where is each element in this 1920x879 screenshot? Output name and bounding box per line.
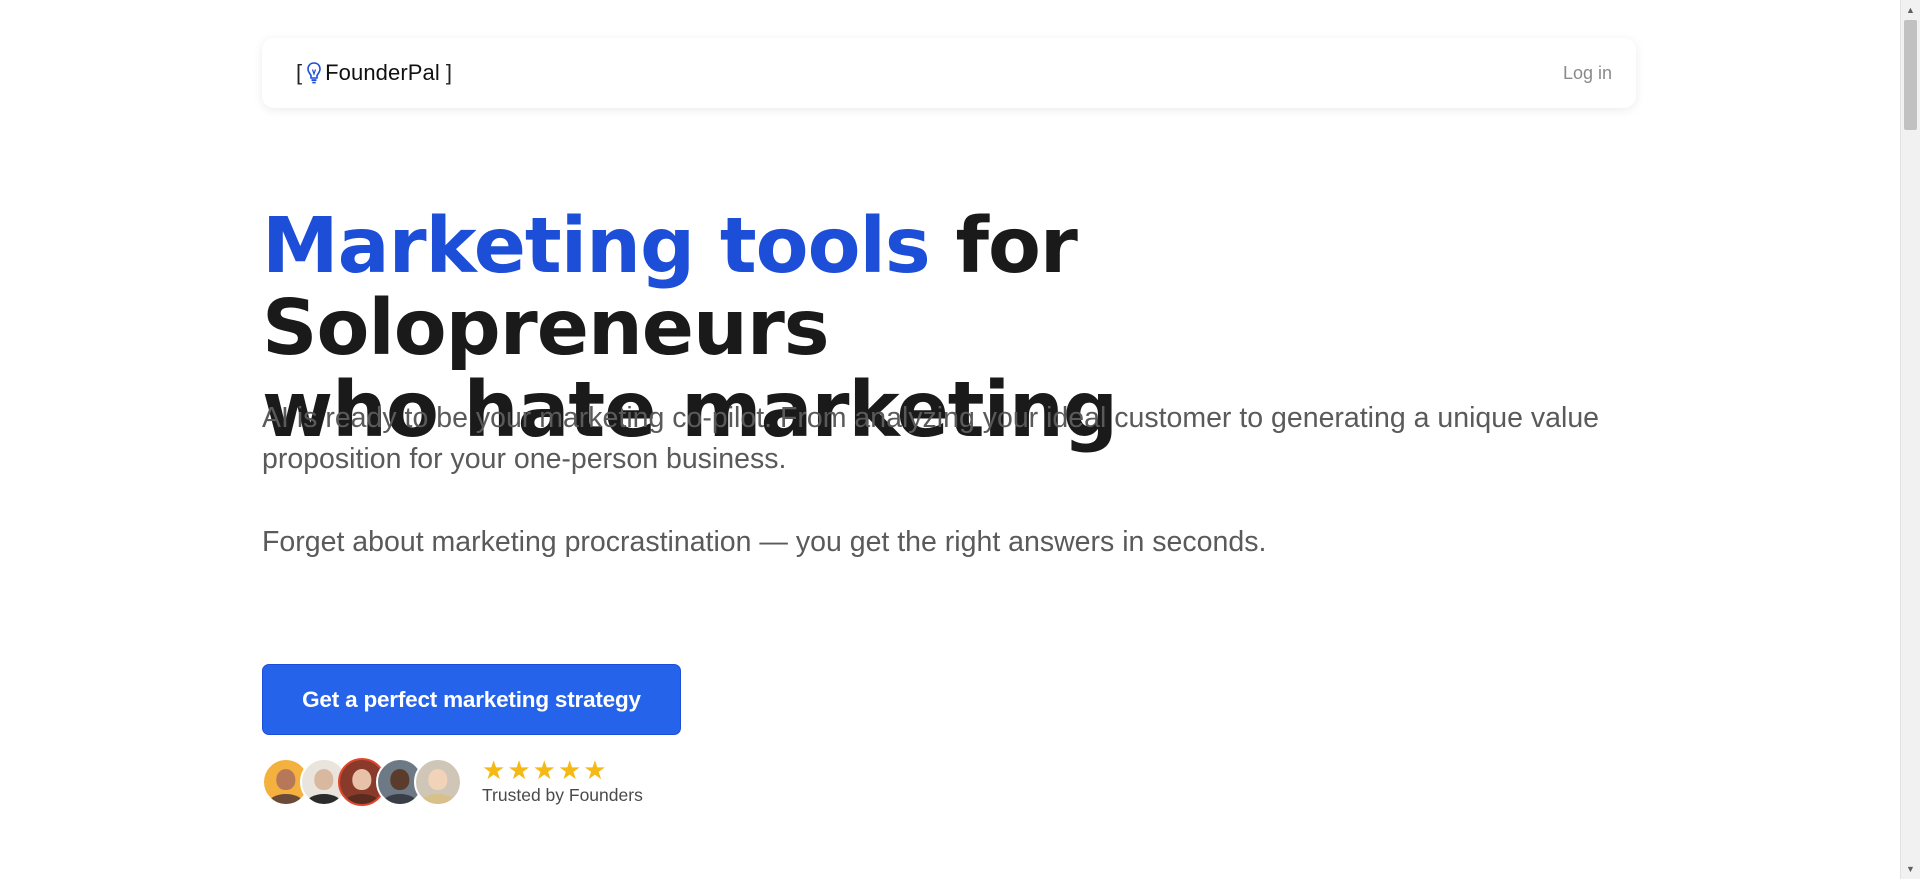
hero-subtitle: AI is ready to be your marketing co-pilo… bbox=[262, 402, 1600, 475]
social-proof: ★ ★ ★ ★ ★ Trusted by Founders bbox=[262, 757, 643, 806]
lightbulb-icon bbox=[306, 61, 322, 85]
scroll-up-arrow-icon[interactable]: ▲ bbox=[1901, 2, 1920, 18]
star-icon: ★ bbox=[583, 755, 607, 785]
founderpal-logo[interactable]: [ FounderPal ] bbox=[296, 60, 452, 86]
login-link[interactable]: Log in bbox=[1563, 63, 1612, 84]
star-icon: ★ bbox=[532, 755, 556, 785]
logo-name: FounderPal bbox=[325, 60, 440, 85]
hero-subtitle-secondary: Forget about marketing procrastination —… bbox=[262, 526, 1267, 558]
star-icon: ★ bbox=[507, 755, 531, 785]
rating-stars: ★ ★ ★ ★ ★ bbox=[482, 757, 643, 783]
star-icon: ★ bbox=[557, 755, 582, 785]
landing-page: [ FounderPal ] Log in Marketing tools fo… bbox=[0, 0, 1920, 879]
avatar bbox=[414, 757, 462, 806]
trusted-by-founders-label: Trusted by Founders bbox=[482, 785, 643, 805]
scrollbar-thumb[interactable] bbox=[1904, 20, 1917, 130]
rating-block: ★ ★ ★ ★ ★ Trusted by Founders bbox=[482, 757, 643, 806]
vertical-scrollbar[interactable]: ▲ ▼ bbox=[1900, 0, 1920, 879]
star-icon: ★ bbox=[482, 755, 506, 785]
logo-open-bracket: [ bbox=[296, 60, 303, 85]
hero-title-accent: Marketing tools bbox=[262, 202, 931, 291]
logo-close-bracket: ] bbox=[445, 60, 452, 85]
get-marketing-strategy-button[interactable]: Get a perfect marketing strategy bbox=[262, 664, 681, 735]
founder-avatars bbox=[262, 757, 462, 806]
top-navbar: [ FounderPal ] Log in bbox=[262, 38, 1636, 108]
scroll-down-arrow-icon[interactable]: ▼ bbox=[1901, 861, 1920, 877]
